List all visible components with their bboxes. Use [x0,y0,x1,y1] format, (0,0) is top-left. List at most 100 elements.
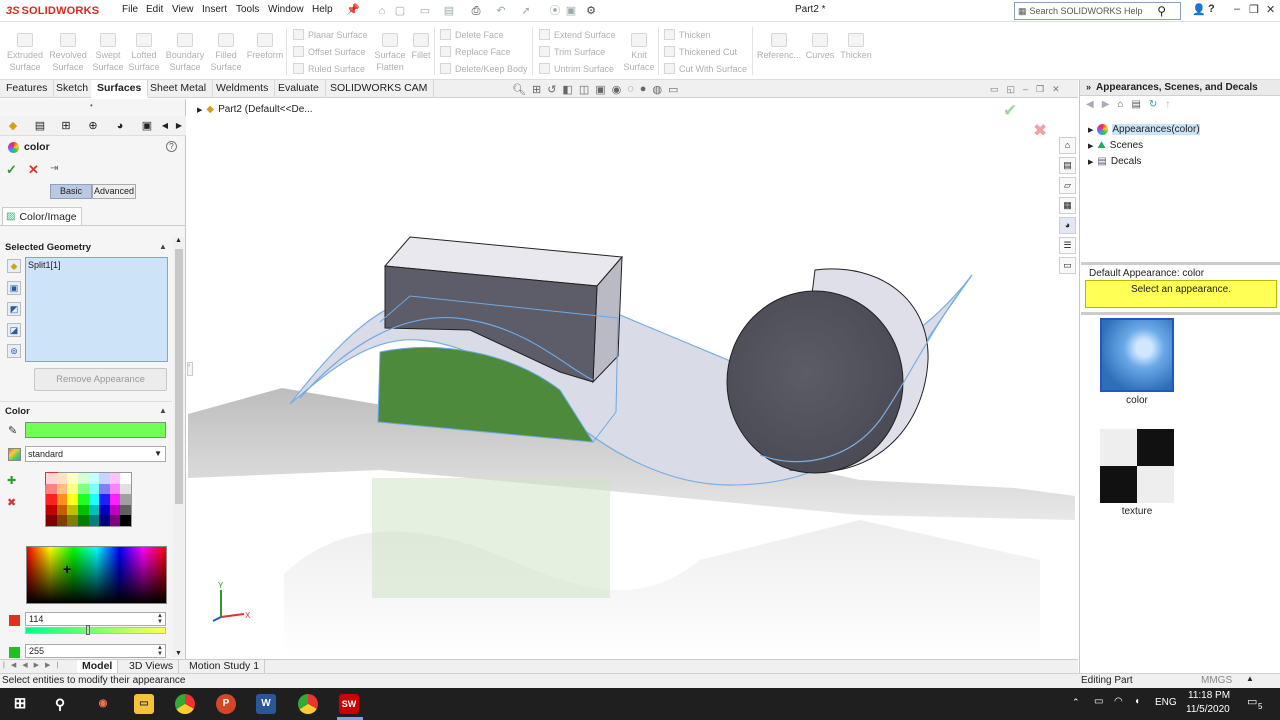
view-palette-icon[interactable]: ▦ [1059,197,1076,214]
viewport-split-icon[interactable]: ◱ [1007,84,1016,95]
thickened-cut-button[interactable]: Thickened Cut [664,46,737,57]
file-explorer-icon[interactable]: ▱ [1059,177,1076,194]
start-windows-icon[interactable]: ⊞ [10,694,30,714]
basic-mode-button[interactable]: Basic [50,184,92,199]
color-swatch-cell[interactable] [99,504,110,516]
red-spinner-icon[interactable]: ▲ ▼ [157,613,163,625]
reference-geometry-button[interactable]: Referenc... [756,33,802,61]
search-taskbar-icon[interactable]: ⚲ [50,694,70,714]
add-location-icon[interactable]: ▤ [1131,99,1140,110]
dimxpert-tab-icon[interactable]: ⊕ [86,119,100,133]
panel-scrollbar[interactable]: ▲ ▼ [173,237,184,657]
color-swatch-cell[interactable] [109,515,121,526]
color-swatch-cell[interactable] [109,494,121,505]
edit-appearance-icon[interactable]: ● [640,83,647,96]
delete-face-button[interactable]: Delete Face [440,29,504,40]
current-color-swatch[interactable] [25,422,166,438]
untrim-surface-button[interactable]: Untrim Surface [539,63,614,74]
file-properties-icon[interactable]: ▣ [564,4,578,18]
tree-item-scenes[interactable]: ▶ ⛰ Scenes [1088,140,1143,151]
red-value-field[interactable]: 114 ▲ ▼ [25,612,166,626]
color-swatch-cell[interactable] [56,483,68,495]
palette-dropdown[interactable]: standard ▼ [25,446,166,462]
view-settings-icon[interactable]: ▭ [668,83,678,96]
viewport-minimize-icon[interactable]: – [1023,84,1028,95]
color-swatch-cell[interactable] [56,515,68,526]
section-view-icon[interactable]: ◧ [562,83,572,96]
chrome-icon[interactable] [175,694,195,714]
lofted-surface-button[interactable]: Lofted Surface [126,33,162,73]
color-swatch-cell[interactable] [67,473,78,484]
display-style-icon[interactable]: ◉ [612,83,622,96]
menu-window[interactable]: Window [268,4,304,15]
eyedropper-icon[interactable]: ✎ [8,424,17,437]
tab-solidworks-cam[interactable]: SOLIDWORKS CAM [324,80,435,98]
clock-time[interactable]: 11:18 PM [1188,690,1230,701]
color-swatch-cell[interactable] [67,494,78,505]
appearance-thumbnail-color[interactable]: color [1100,318,1174,406]
color-swatch-cell[interactable] [77,473,89,484]
units-selector[interactable]: MMGS [1201,675,1232,686]
tab-sketch[interactable]: Sketch [50,80,96,98]
collapse-color-icon[interactable]: ▲ [159,406,167,415]
tab-motion-study[interactable]: Motion Study 1 [184,660,266,674]
color-swatch-cell[interactable] [46,483,57,495]
color-swatch-cell[interactable] [77,483,89,495]
wifi-icon[interactable]: ◠ [1114,696,1123,707]
expand-icon[interactable]: ▶ [1088,158,1093,166]
add-swatch-icon[interactable]: ✚ [7,474,16,487]
splitter[interactable] [1081,312,1280,315]
tab-sheet-metal[interactable]: Sheet Metal [144,80,214,98]
app-icon[interactable]: ◉ [93,694,113,714]
save-icon[interactable]: ▤ [442,4,456,18]
expand-arrow-icon[interactable]: ▶ [197,106,202,114]
collapse-selected-geometry-icon[interactable]: ▲ [159,242,167,251]
cut-with-surface-button[interactable]: Cut With Surface [664,63,747,74]
menu-help[interactable]: Help [312,4,333,15]
menu-file[interactable]: File [122,4,138,15]
configuration-manager-tab-icon[interactable]: ⊞ [59,119,73,133]
tab-color-image[interactable]: ▨ Color/Image [2,207,82,225]
color-swatch-cell[interactable] [88,483,100,495]
tab-3d-views[interactable]: 3D Views [124,660,180,674]
extend-surface-button[interactable]: Extend Surface [539,29,616,40]
minimize-button[interactable]: – [1234,3,1240,15]
color-swatch-grid[interactable] [45,472,132,527]
advanced-mode-button[interactable]: Advanced [92,184,136,199]
dynamic-annotation-icon[interactable]: ◫ [579,83,589,96]
select-features-icon[interactable]: ◪ [7,323,21,337]
color-swatch-cell[interactable] [99,494,110,505]
color-swatch-cell[interactable] [99,473,110,484]
color-swatch-cell[interactable] [109,504,121,516]
close-button[interactable]: ✕ [1266,3,1275,16]
splitter[interactable] [1081,262,1280,265]
color-swatch-cell[interactable] [56,494,68,505]
selected-geometry-list[interactable]: Split1[1] [25,257,168,362]
color-swatch-cell[interactable] [46,494,57,505]
green-value-field[interactable]: 255 ▲ ▼ [25,644,166,658]
delete-keep-body-button[interactable]: Delete/Keep Body [440,63,528,74]
surface-flatten-button[interactable]: Surface Flatten [370,33,410,73]
menu-tools[interactable]: Tools [236,4,259,15]
viewport-tile-icon[interactable]: ▭ [990,84,999,95]
color-swatch-cell[interactable] [77,504,89,516]
spectrum-crosshair-icon[interactable]: + [63,561,71,577]
confirm-cancel-icon[interactable]: ✖ [1033,121,1047,141]
remove-appearance-button[interactable]: Remove Appearance [34,368,167,391]
refresh-icon[interactable]: ↻ [1149,99,1157,110]
tab-model[interactable]: Model [77,660,119,674]
search-scope-icon[interactable]: ▦ [1018,6,1027,17]
color-swatch-cell[interactable] [99,515,110,526]
red-slider-thumb[interactable] [86,625,91,635]
revolved-surface-button[interactable]: Revolved Surface [46,33,90,73]
tab-evaluate[interactable]: Evaluate [272,80,326,98]
confirm-ok-icon[interactable]: ✔ [1003,101,1017,121]
ruled-surface-button[interactable]: Ruled Surface [293,63,365,74]
select-bodies-icon[interactable]: ▣ [7,281,21,295]
volume-icon[interactable]: ◖ [1134,696,1140,707]
delete-swatch-icon[interactable]: ✖ [7,496,16,509]
home-folder-icon[interactable]: ⌂ [1117,99,1123,110]
forum-icon[interactable]: ▭ [1059,257,1076,274]
design-library-icon[interactable]: ▤ [1059,157,1076,174]
fillet-button[interactable]: Fillet [408,33,434,61]
